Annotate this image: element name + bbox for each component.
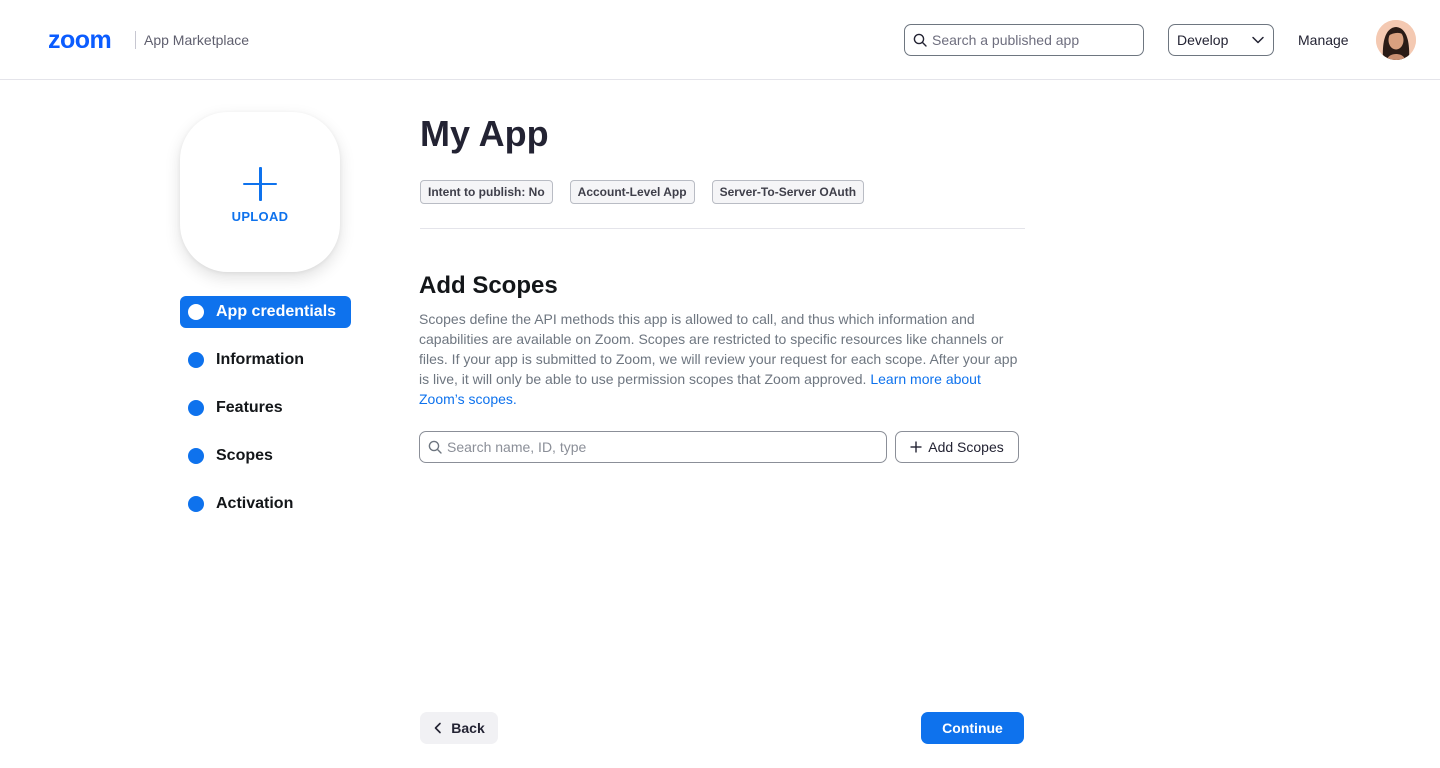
section-title: Add Scopes	[419, 272, 558, 299]
back-button[interactable]: Back	[420, 712, 498, 744]
published-app-search-input[interactable]: Search a published app	[904, 24, 1144, 56]
sidebar-item-label: Activation	[216, 495, 294, 512]
marketplace-label[interactable]: App Marketplace	[144, 31, 249, 49]
chevron-down-icon	[1252, 36, 1264, 44]
step-dot-icon	[188, 352, 204, 368]
tag-account-level: Account-Level App	[569, 180, 695, 204]
step-dot-icon	[188, 496, 204, 512]
upload-logo-button[interactable]: UPLOAD	[180, 112, 340, 272]
sidebar-item-label: Information	[216, 351, 304, 368]
add-scopes-button[interactable]: Add Scopes	[895, 431, 1019, 463]
sidebar-item-features[interactable]: Features	[180, 392, 351, 424]
develop-label: Develop	[1177, 32, 1229, 48]
top-header: zoom App Marketplace Search a published …	[0, 0, 1440, 80]
manage-link[interactable]: Manage	[1298, 31, 1349, 49]
avatar[interactable]	[1376, 20, 1416, 60]
back-label: Back	[451, 720, 485, 736]
search-icon	[913, 33, 927, 47]
scopes-description: Scopes define the API methods this app i…	[419, 309, 1029, 409]
zoom-logo[interactable]: zoom	[48, 28, 112, 53]
step-dot-icon	[188, 400, 204, 416]
tag-server-to-server-oauth: Server-To-Server OAuth	[711, 180, 865, 204]
tag-intent-to-publish: Intent to publish: No	[420, 180, 553, 204]
search-placeholder: Search a published app	[932, 32, 1080, 48]
step-dot-icon	[188, 448, 204, 464]
scope-search-placeholder: Search name, ID, type	[447, 439, 587, 455]
scope-search-input[interactable]: Search name, ID, type	[419, 431, 887, 463]
app-tags: Intent to publish: No Account-Level App …	[420, 180, 865, 204]
logo-divider	[135, 31, 136, 49]
step-dot-icon	[188, 304, 204, 320]
develop-dropdown[interactable]: Develop	[1168, 24, 1274, 56]
add-scopes-label: Add Scopes	[928, 439, 1004, 455]
sidebar-item-scopes[interactable]: Scopes	[180, 440, 351, 472]
page-title: My App	[420, 113, 549, 154]
sidebar-item-app-credentials[interactable]: App credentials	[180, 296, 351, 328]
sidebar-nav: App credentials Information Features Sco…	[180, 296, 351, 536]
sidebar-item-label: Scopes	[216, 447, 273, 464]
sidebar-item-label: App credentials	[216, 303, 337, 320]
chevron-left-icon	[434, 722, 442, 734]
plus-icon	[243, 166, 277, 201]
user-avatar-image	[1376, 20, 1416, 60]
divider	[420, 228, 1025, 229]
sidebar-item-activation[interactable]: Activation	[180, 488, 351, 520]
plus-icon	[910, 441, 922, 453]
upload-label: UPLOAD	[231, 208, 289, 224]
search-icon	[428, 440, 442, 454]
continue-button[interactable]: Continue	[921, 712, 1024, 744]
sidebar-item-information[interactable]: Information	[180, 344, 351, 376]
sidebar-item-label: Features	[216, 399, 283, 416]
